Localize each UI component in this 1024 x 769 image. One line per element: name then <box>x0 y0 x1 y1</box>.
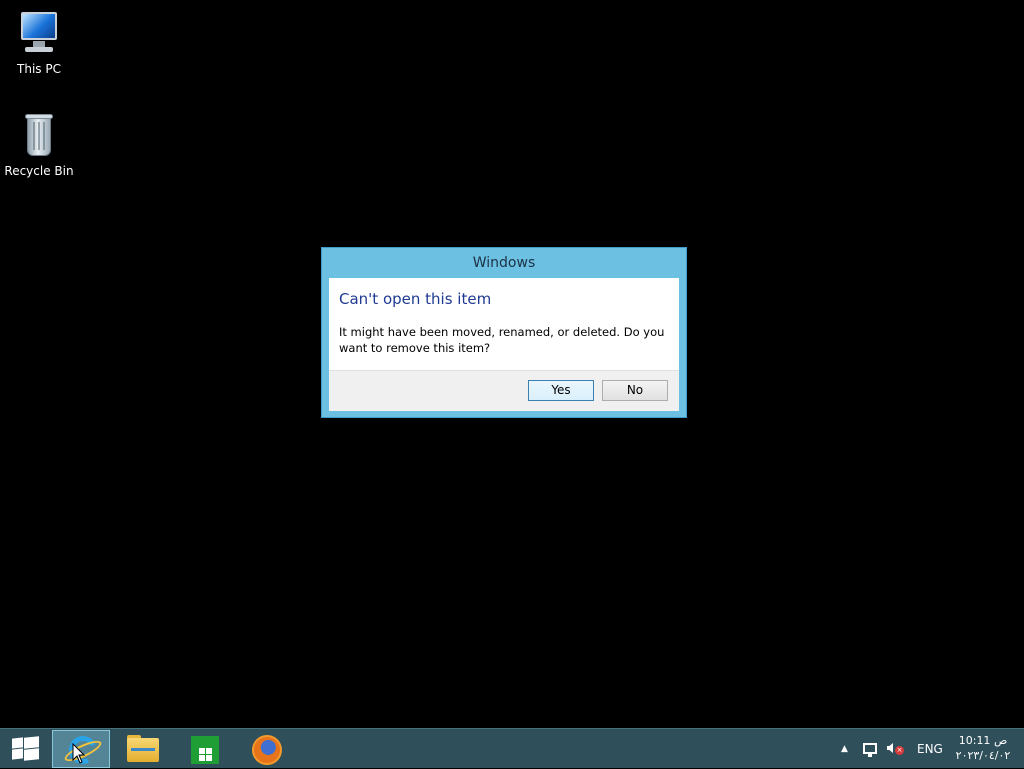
clock-date: ٢٠٢٣/٠٤/٠٢ <box>955 749 1011 762</box>
desktop-icon-recycle-bin[interactable]: Recycle Bin <box>1 112 77 178</box>
taskbar-firefox[interactable] <box>237 730 295 768</box>
mouse-cursor-icon <box>72 743 86 764</box>
dialog-title[interactable]: Windows <box>322 248 686 278</box>
taskbar: ▲ × ENG 10:11 ص ٢٠٢٣/٠٤/٠٢ <box>0 728 1024 768</box>
yes-button[interactable]: Yes <box>528 380 594 401</box>
clock[interactable]: 10:11 ص ٢٠٢٣/٠٤/٠٢ <box>950 733 1016 763</box>
store-icon <box>191 736 219 764</box>
dialog-content: Can't open this item It might have been … <box>329 278 679 411</box>
input-language-indicator[interactable]: ENG <box>917 729 943 769</box>
firefox-icon <box>252 735 282 765</box>
error-dialog: Windows Can't open this item It might ha… <box>321 247 687 418</box>
taskbar-file-explorer[interactable] <box>113 730 171 768</box>
desktop-icon-label: Recycle Bin <box>4 164 74 178</box>
desktop-icon-this-pc[interactable]: This PC <box>1 10 77 76</box>
desktop-icon-label: This PC <box>17 62 61 76</box>
start-button[interactable] <box>0 729 50 769</box>
taskbar-store[interactable] <box>175 730 233 768</box>
dialog-message: It might have been moved, renamed, or de… <box>339 325 665 355</box>
no-button[interactable]: No <box>602 380 668 401</box>
dialog-body: Can't open this item It might have been … <box>329 278 679 370</box>
dialog-footer: Yes No <box>329 370 679 411</box>
desktop: This PC Recycle Bin Windows Can't open t… <box>0 0 1024 728</box>
show-hidden-icons-chevron[interactable]: ▲ <box>841 729 848 769</box>
recycle-bin-icon <box>15 112 63 160</box>
computer-icon <box>15 10 63 58</box>
clock-time: 10:11 ص <box>958 734 1008 747</box>
dialog-heading: Can't open this item <box>339 290 492 308</box>
